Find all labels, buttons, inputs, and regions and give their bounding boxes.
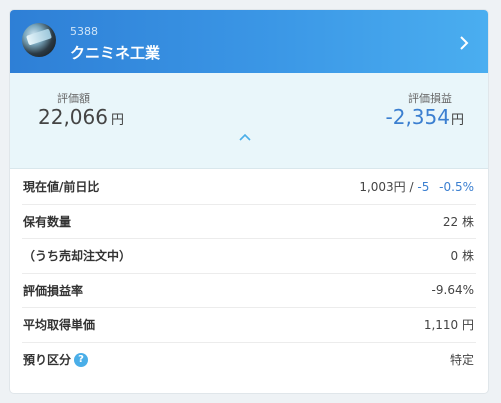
pl-amount: -2,354 bbox=[385, 105, 450, 129]
company-logo bbox=[22, 23, 56, 57]
row-label: （うち売却注文中） bbox=[23, 249, 132, 264]
stock-header[interactable]: 5388 クニミネ工業 bbox=[10, 10, 488, 73]
chevron-right-icon[interactable] bbox=[458, 35, 470, 51]
stock-name: クニミネ工業 bbox=[70, 44, 161, 62]
current-price: 1,003円 / bbox=[359, 180, 414, 195]
row-value: 1,110 円 bbox=[423, 318, 474, 333]
chevron-up-icon[interactable] bbox=[238, 132, 252, 142]
row-label: 預り区分 bbox=[23, 353, 72, 368]
row-label-wrap: 預り区分 ? bbox=[23, 351, 89, 368]
row-value: 0 株 bbox=[450, 249, 474, 264]
pl-label: 評価損益 bbox=[408, 92, 452, 105]
row-value: 1,003円 / -5 -0.5% bbox=[359, 178, 474, 195]
pl-unit: 円 bbox=[450, 113, 464, 128]
row-account-type: 預り区分 ? 特定 bbox=[22, 343, 476, 378]
detail-list: 現在値/前日比 1,003円 / -5 -0.5% 保有数量 22 株 （うち売… bbox=[10, 170, 488, 377]
price-change: -5 bbox=[417, 180, 430, 195]
row-value: 22 株 bbox=[442, 214, 474, 229]
row-value: 特定 bbox=[449, 353, 474, 368]
pl-value: -2,354円 bbox=[386, 105, 465, 129]
row-label: 評価損益率 bbox=[23, 283, 84, 298]
row-holding-qty: 保有数量 22 株 bbox=[22, 205, 476, 239]
row-pl-rate: 評価損益率 -9.64% bbox=[22, 274, 476, 308]
help-icon[interactable]: ? bbox=[74, 352, 89, 367]
eval-unit: 円 bbox=[110, 113, 124, 128]
row-current-price: 現在値/前日比 1,003円 / -5 -0.5% bbox=[22, 170, 476, 205]
row-value: -9.64% bbox=[431, 283, 474, 298]
eval-value: 22,066 円 bbox=[38, 105, 124, 129]
price-change-pct: -0.5% bbox=[439, 180, 474, 195]
summary-panel: 評価額 22,066 円 評価損益 -2,354円 bbox=[10, 73, 488, 169]
stock-code: 5388 bbox=[70, 25, 98, 38]
row-label: 平均取得単価 bbox=[23, 318, 96, 333]
eval-label: 評価額 bbox=[57, 92, 90, 105]
stock-card: 5388 クニミネ工業 評価額 22,066 円 評価損益 -2,354円 現在値… bbox=[10, 10, 488, 393]
row-label: 保有数量 bbox=[23, 214, 72, 229]
row-avg-cost: 平均取得単価 1,110 円 bbox=[22, 308, 476, 343]
row-selling-qty: （うち売却注文中） 0 株 bbox=[22, 239, 476, 274]
row-label: 現在値/前日比 bbox=[23, 180, 100, 195]
eval-amount: 22,066 bbox=[38, 105, 108, 129]
